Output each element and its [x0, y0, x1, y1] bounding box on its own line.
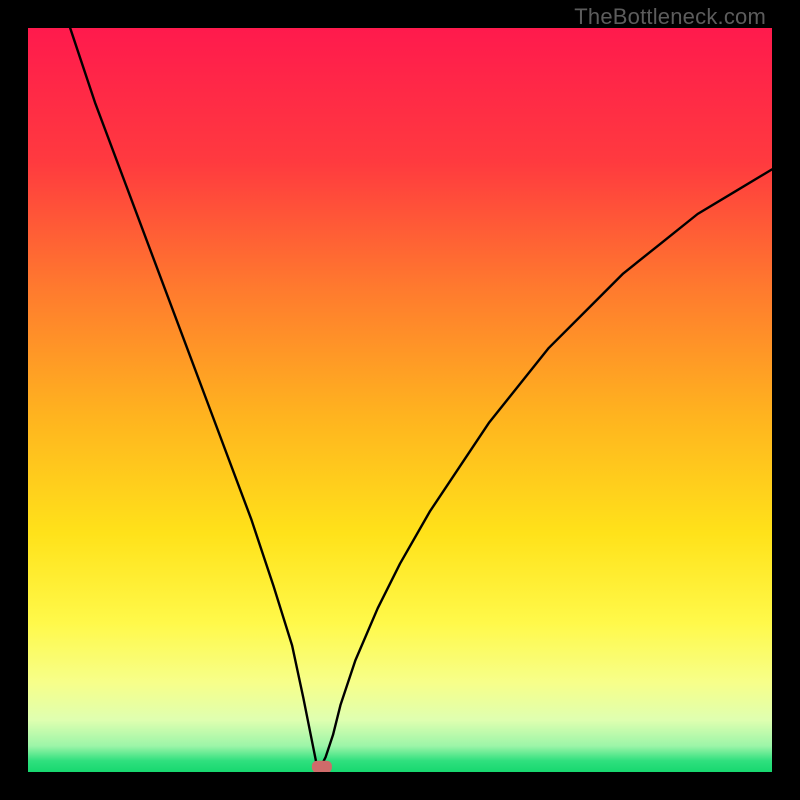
chart-frame	[28, 28, 772, 772]
gradient-background	[28, 28, 772, 772]
watermark-text: TheBottleneck.com	[574, 4, 766, 30]
minimum-marker	[312, 761, 332, 772]
bottleneck-chart	[28, 28, 772, 772]
